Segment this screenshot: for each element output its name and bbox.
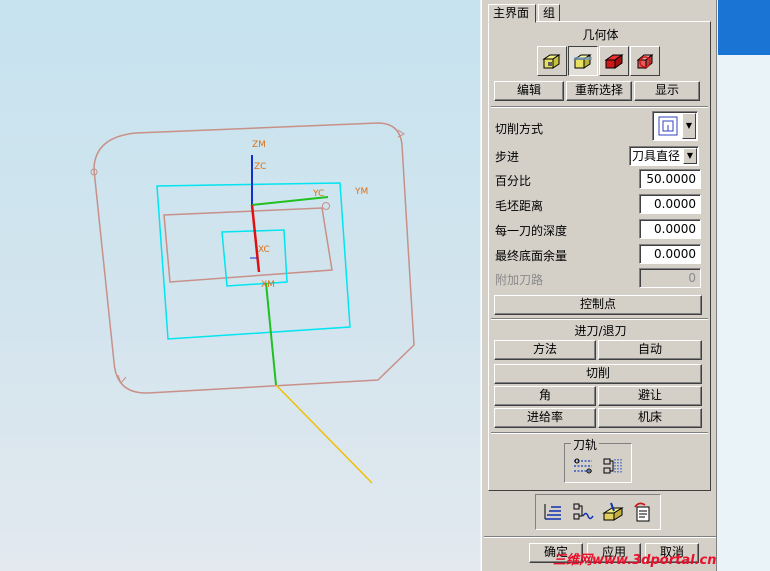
separator: [491, 318, 708, 320]
engage-auto-button[interactable]: 自动: [598, 340, 702, 360]
tab-group[interactable]: 组: [538, 4, 560, 22]
verify-toolpath-icon: [573, 503, 594, 520]
cut-pattern-select[interactable]: ▼: [652, 111, 698, 141]
reselect-button[interactable]: 重新选择: [566, 81, 632, 101]
planar-mill-dialog: 主界面 组 几何体 编辑 重新选择 显示 切削方式 ▼ 步进 刀具直径 ▼ 百分…: [481, 0, 717, 571]
control-points-button[interactable]: 控制点: [494, 295, 702, 315]
machine-sim-icon: [602, 502, 624, 521]
output-postprocess-icon: [634, 502, 650, 522]
engage-method-button[interactable]: 方法: [494, 340, 596, 360]
stepover-label: 步进: [495, 150, 520, 164]
blank-distance-field[interactable]: 0.0000: [639, 194, 701, 214]
tab-main[interactable]: 主界面: [488, 4, 536, 23]
stepover-value: 刀具直径: [632, 149, 681, 163]
generate-toolpath-button[interactable]: [569, 453, 597, 479]
x-axis: [250, 204, 261, 273]
edit-button[interactable]: 编辑: [494, 81, 564, 101]
axis-label-zc: ZC: [254, 162, 266, 172]
axis-label-xc: XC: [258, 245, 270, 255]
axis-label-ym: YM: [354, 187, 368, 197]
corner-button[interactable]: 角: [494, 386, 596, 406]
blank-rectangle: [156, 182, 351, 340]
stepover-select[interactable]: 刀具直径 ▼: [629, 146, 699, 166]
list-toolpath-button[interactable]: [539, 498, 567, 526]
chevron-down-icon: ▼: [683, 148, 697, 164]
replay-toolpath-icon: [603, 458, 622, 474]
verify-toolpath-button[interactable]: [569, 498, 597, 526]
separator: [484, 536, 716, 538]
start-marker: [322, 202, 330, 210]
blank-geometry-button[interactable]: [568, 46, 598, 76]
final-floor-stock-label: 最终底面余量: [495, 249, 568, 263]
list-toolpath-icon: [544, 504, 561, 520]
inner-boundary: [163, 207, 333, 283]
generate-toolpath-icon: [574, 458, 592, 474]
depth-per-cut-field[interactable]: 0.0000: [639, 219, 701, 239]
axis-label-xm: XM: [261, 280, 275, 290]
site-watermark: 三维网www.3dportal.cn: [553, 553, 717, 568]
machine-sim-button[interactable]: [599, 498, 627, 526]
trim-geometry-button[interactable]: [630, 46, 660, 76]
follow-periphery-icon: [658, 116, 678, 136]
additional-passes-field: 0: [639, 268, 701, 288]
check-geometry-button[interactable]: [599, 46, 629, 76]
separator: [491, 106, 708, 108]
output-postprocess-button[interactable]: [629, 498, 657, 526]
replay-toolpath-button[interactable]: [599, 453, 627, 479]
graphics-viewport[interactable]: ZM ZC YC YM XC XM: [0, 0, 480, 571]
cutting-button[interactable]: 切削: [494, 364, 702, 384]
model-view[interactable]: ZM ZC YC YM XC XM: [0, 0, 480, 571]
part-geometry-button[interactable]: [537, 46, 567, 76]
separator: [491, 432, 708, 434]
trim-geometry-icon: [636, 53, 654, 70]
avoidance-button[interactable]: 避让: [598, 386, 702, 406]
chevron-down-icon: ▼: [682, 113, 696, 139]
part-geometry-icon: [542, 54, 561, 69]
machine-button[interactable]: 机床: [598, 408, 702, 428]
check-geometry-icon: [604, 54, 624, 69]
main-panel: 几何体 编辑 重新选择 显示 切削方式 ▼ 步进 刀具直径 ▼ 百分比 50.0…: [488, 21, 711, 491]
blank-geometry-icon: [573, 54, 592, 69]
action-toolbar: [535, 494, 661, 530]
tool-axis-line: [275, 384, 373, 484]
final-floor-stock-field[interactable]: 0.0000: [639, 244, 701, 264]
toolpath-title: 刀轨: [571, 436, 600, 453]
percent-field[interactable]: 50.0000: [639, 169, 701, 189]
display-button[interactable]: 显示: [634, 81, 700, 101]
depth-per-cut-label: 每一刀的深度: [495, 224, 568, 238]
blank-distance-label: 毛坯距离: [495, 199, 544, 213]
title-strip: [718, 0, 770, 55]
geometry-title: 几何体: [582, 28, 619, 42]
engage-retract-title: 进刀/退刀: [574, 324, 627, 338]
cut-pattern-label: 切削方式: [495, 122, 544, 136]
percent-label: 百分比: [495, 174, 532, 188]
axis-label-zm: ZM: [252, 140, 266, 150]
xm-axis: [265, 282, 277, 386]
additional-passes-label: 附加刀路: [495, 273, 544, 287]
axis-label-yc: YC: [312, 189, 324, 199]
feedrates-button[interactable]: 进给率: [494, 408, 596, 428]
toolpath-group: 刀轨: [564, 436, 632, 483]
